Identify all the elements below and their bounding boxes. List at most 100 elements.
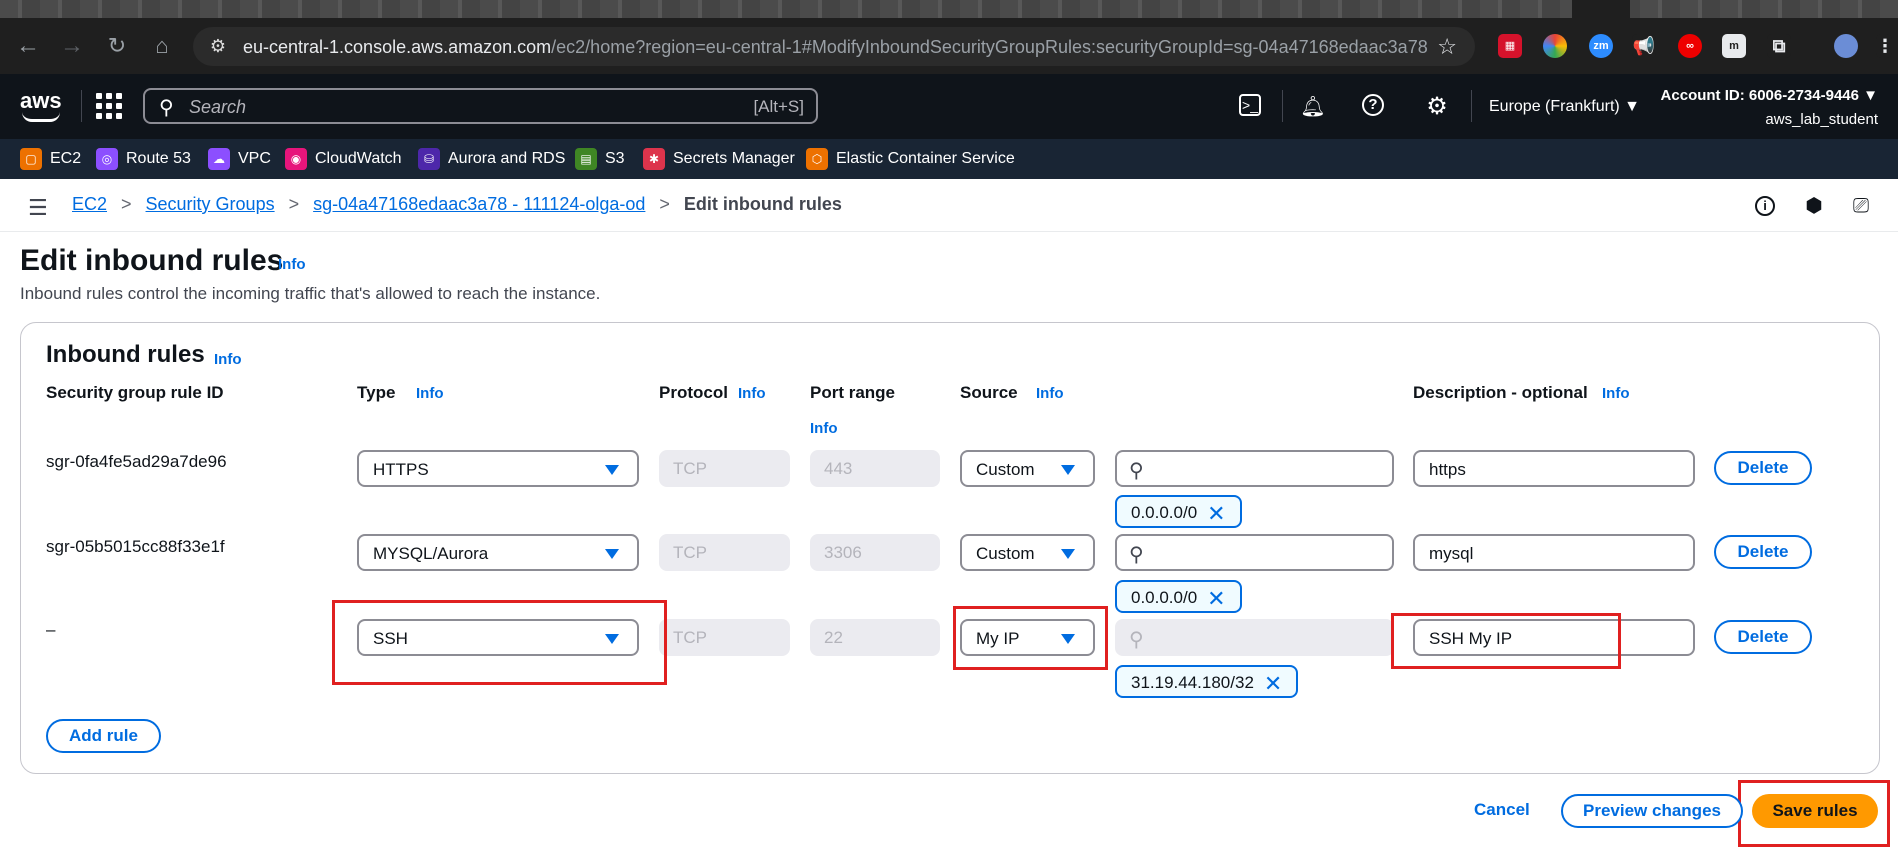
breadcrumb-security-groups[interactable]: Security Groups (146, 194, 275, 215)
close-icon[interactable]: ✕ (1264, 673, 1282, 695)
active-tab[interactable] (1572, 0, 1630, 18)
extension-color-icon[interactable] (1543, 34, 1567, 58)
bell-icon[interactable]: 🔔︎ (1300, 94, 1326, 120)
breadcrumb-current: Edit inbound rules (683, 194, 842, 214)
port-range-field: 443 (810, 450, 940, 487)
bookmark-star-icon[interactable]: ☆ (1437, 34, 1457, 60)
port-range-info-link[interactable]: Info (810, 420, 838, 437)
description-input[interactable]: mysql (1413, 534, 1695, 571)
column-header-rule-id: Security group rule ID (46, 383, 224, 402)
puzzle-extensions-icon[interactable]: ⧉ (1767, 34, 1791, 58)
ecs-icon: ⬡ (806, 148, 828, 170)
route53-icon: ◎ (96, 148, 118, 170)
close-icon[interactable]: ✕ (1207, 503, 1225, 525)
breadcrumb: EC2 > Security Groups > sg-04a47168edaac… (72, 194, 842, 215)
favorite-s3[interactable]: ▤ S3 (575, 147, 625, 171)
save-rules-button[interactable]: Save rules (1752, 794, 1878, 828)
container-info-link[interactable]: Info (214, 351, 242, 368)
protocol-field: TCP (659, 619, 790, 656)
info-panel-icon[interactable]: i (1755, 196, 1775, 216)
source-search-input[interactable]: ⚲ (1115, 534, 1394, 571)
type-info-link[interactable]: Info (416, 385, 444, 402)
type-select[interactable]: MYSQL/Aurora (357, 534, 639, 571)
back-arrow-icon[interactable]: ← (8, 18, 48, 74)
aws-logo-smile (22, 112, 60, 122)
url-text: eu-central-1.console.aws.amazon.com/ec2/… (243, 37, 1428, 57)
delete-button[interactable]: Delete (1714, 620, 1812, 654)
infinity-extension-icon[interactable]: ∞ (1678, 34, 1702, 58)
search-input[interactable]: ⚲ Search [Alt+S] (143, 88, 818, 124)
column-header-type: Type (357, 383, 396, 402)
source-search-input[interactable]: ⚲ (1115, 450, 1394, 487)
description-info-link[interactable]: Info (1602, 385, 1630, 402)
breadcrumb-security-group[interactable]: sg-04a47168edaac3a78 - 111124-olga-od (313, 194, 645, 215)
close-icon[interactable]: ✕ (1207, 588, 1225, 610)
megaphone-extension-icon[interactable]: 📢 (1632, 34, 1656, 58)
hamburger-menu-icon[interactable]: ☰ (28, 195, 48, 221)
source-select[interactable]: Custom (960, 534, 1095, 571)
breadcrumb-ec2[interactable]: EC2 (72, 194, 107, 215)
s3-icon: ▤ (575, 148, 597, 170)
services-grid-icon[interactable] (96, 93, 122, 119)
favorite-ecs[interactable]: ⬡ Elastic Container Service (806, 147, 1015, 171)
favorite-vpc[interactable]: ☁ VPC (208, 147, 271, 171)
m-extension-icon[interactable]: m (1722, 34, 1746, 58)
aws-logo[interactable]: aws (20, 88, 62, 122)
browser-tab-strip (0, 0, 1898, 18)
home-icon[interactable]: ⌂ (142, 18, 182, 74)
page-description: Inbound rules control the incoming traff… (20, 284, 601, 303)
highlight-description (1391, 613, 1621, 669)
favorite-secrets-manager[interactable]: ✱ Secrets Manager (643, 147, 795, 171)
reload-icon[interactable]: ↻ (97, 18, 137, 74)
search-icon: ⚲ (1129, 544, 1144, 566)
column-header-description: Description - optional (1413, 383, 1588, 402)
protocol-field: TCP (659, 450, 790, 487)
search-icon: ⚲ (1129, 460, 1144, 482)
caret-down-icon (605, 549, 619, 559)
forward-arrow-icon[interactable]: → (52, 18, 92, 74)
description-input[interactable]: https (1413, 450, 1695, 487)
address-bar[interactable]: ⚙ eu-central-1.console.aws.amazon.com/ec… (193, 27, 1475, 66)
type-select[interactable]: HTTPS (357, 450, 639, 487)
source-search-input: ⚲ (1115, 619, 1394, 656)
favorite-route53[interactable]: ◎ Route 53 (96, 147, 191, 171)
caret-down-icon (605, 465, 619, 475)
extension-red-icon[interactable]: ▦ (1498, 34, 1522, 58)
highlight-source (953, 606, 1108, 670)
profile-avatar[interactable] (1834, 34, 1858, 58)
column-header-source: Source (960, 383, 1018, 402)
add-rule-button[interactable]: Add rule (46, 719, 161, 753)
browser-menu-icon[interactable]: ⋮ (1876, 34, 1894, 58)
aws-top-navigation: aws ⚲ Search [Alt+S] >_ 🔔︎ ? ⚙ Europe (F… (0, 74, 1898, 139)
security-shield-icon[interactable]: ⬢ (1802, 194, 1826, 218)
help-icon[interactable]: ? (1362, 94, 1384, 116)
favorite-aurora-rds[interactable]: ⛁ Aurora and RDS (418, 147, 565, 171)
page-title: Edit inbound rules (20, 244, 284, 277)
cloudshell-icon[interactable]: >_ (1239, 94, 1261, 116)
rule-id: sgr-0fa4fe5ad29a7de96 (46, 452, 227, 471)
delete-button[interactable]: Delete (1714, 535, 1812, 569)
gear-icon[interactable]: ⚙ (1424, 94, 1450, 120)
account-menu[interactable]: Account ID: 6006-2734-9446 ▼ aws_lab_stu… (1661, 84, 1878, 132)
source-select[interactable]: Custom (960, 450, 1095, 487)
zoom-extension-icon[interactable]: zm (1589, 34, 1613, 58)
page-info-link[interactable]: Info (278, 256, 306, 273)
caret-down-icon (1061, 549, 1075, 559)
caret-down-icon (1061, 465, 1075, 475)
account-username: aws_lab_student (1765, 111, 1878, 128)
favorite-cloudwatch[interactable]: ◉ CloudWatch (285, 147, 402, 171)
favorite-ec2[interactable]: ▢ EC2 (20, 147, 81, 171)
protocol-info-link[interactable]: Info (738, 385, 766, 402)
source-info-link[interactable]: Info (1036, 385, 1064, 402)
feedback-icon[interactable]: ⎚ (1849, 194, 1873, 218)
secrets-manager-icon: ✱ (643, 148, 665, 170)
region-selector[interactable]: Europe (Frankfurt) ▼ (1489, 98, 1640, 116)
preview-changes-button[interactable]: Preview changes (1561, 794, 1743, 828)
chevron-right-icon: > (659, 194, 670, 214)
nav-divider (1282, 90, 1283, 122)
site-info-icon[interactable]: ⚙ (207, 35, 229, 57)
search-icon: ⚲ (1129, 629, 1144, 651)
delete-button[interactable]: Delete (1714, 451, 1812, 485)
browser-toolbar: ← → ↻ ⌂ ⚙ eu-central-1.console.aws.amazo… (0, 18, 1898, 74)
cancel-button[interactable]: Cancel (1474, 800, 1530, 820)
